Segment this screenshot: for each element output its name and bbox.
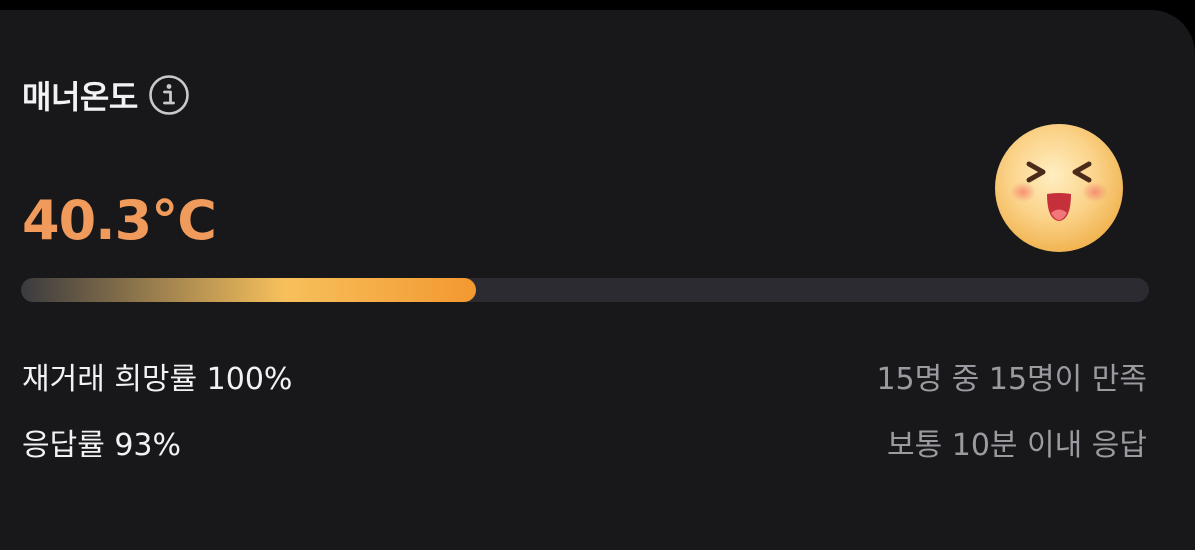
rehire-rate-label: 재거래 희망률 100%	[22, 362, 293, 397]
laughing-face-icon	[993, 122, 1125, 254]
response-rate-label: 응답률 93%	[22, 428, 182, 463]
temperature-progress-bar	[21, 278, 1149, 302]
temperature-progress-fill	[21, 278, 476, 302]
manner-temperature-card: 매너온도 40.3°C 재거래 희망률 100% 15명 중 15명이 만족 응…	[0, 10, 1195, 550]
response-rate-detail: 보통 10분 이내 응답	[887, 428, 1147, 463]
section-title: 매너온도	[22, 78, 138, 116]
temperature-value: 40.3°C	[22, 189, 217, 252]
info-icon[interactable]	[148, 74, 190, 116]
response-rate-row: 응답률 93% 보통 10분 이내 응답	[22, 420, 1147, 464]
rehire-rate-row: 재거래 희망률 100% 15명 중 15명이 만족	[22, 354, 1147, 398]
title-row: 매너온도	[22, 73, 190, 117]
rehire-rate-detail: 15명 중 15명이 만족	[876, 362, 1147, 397]
